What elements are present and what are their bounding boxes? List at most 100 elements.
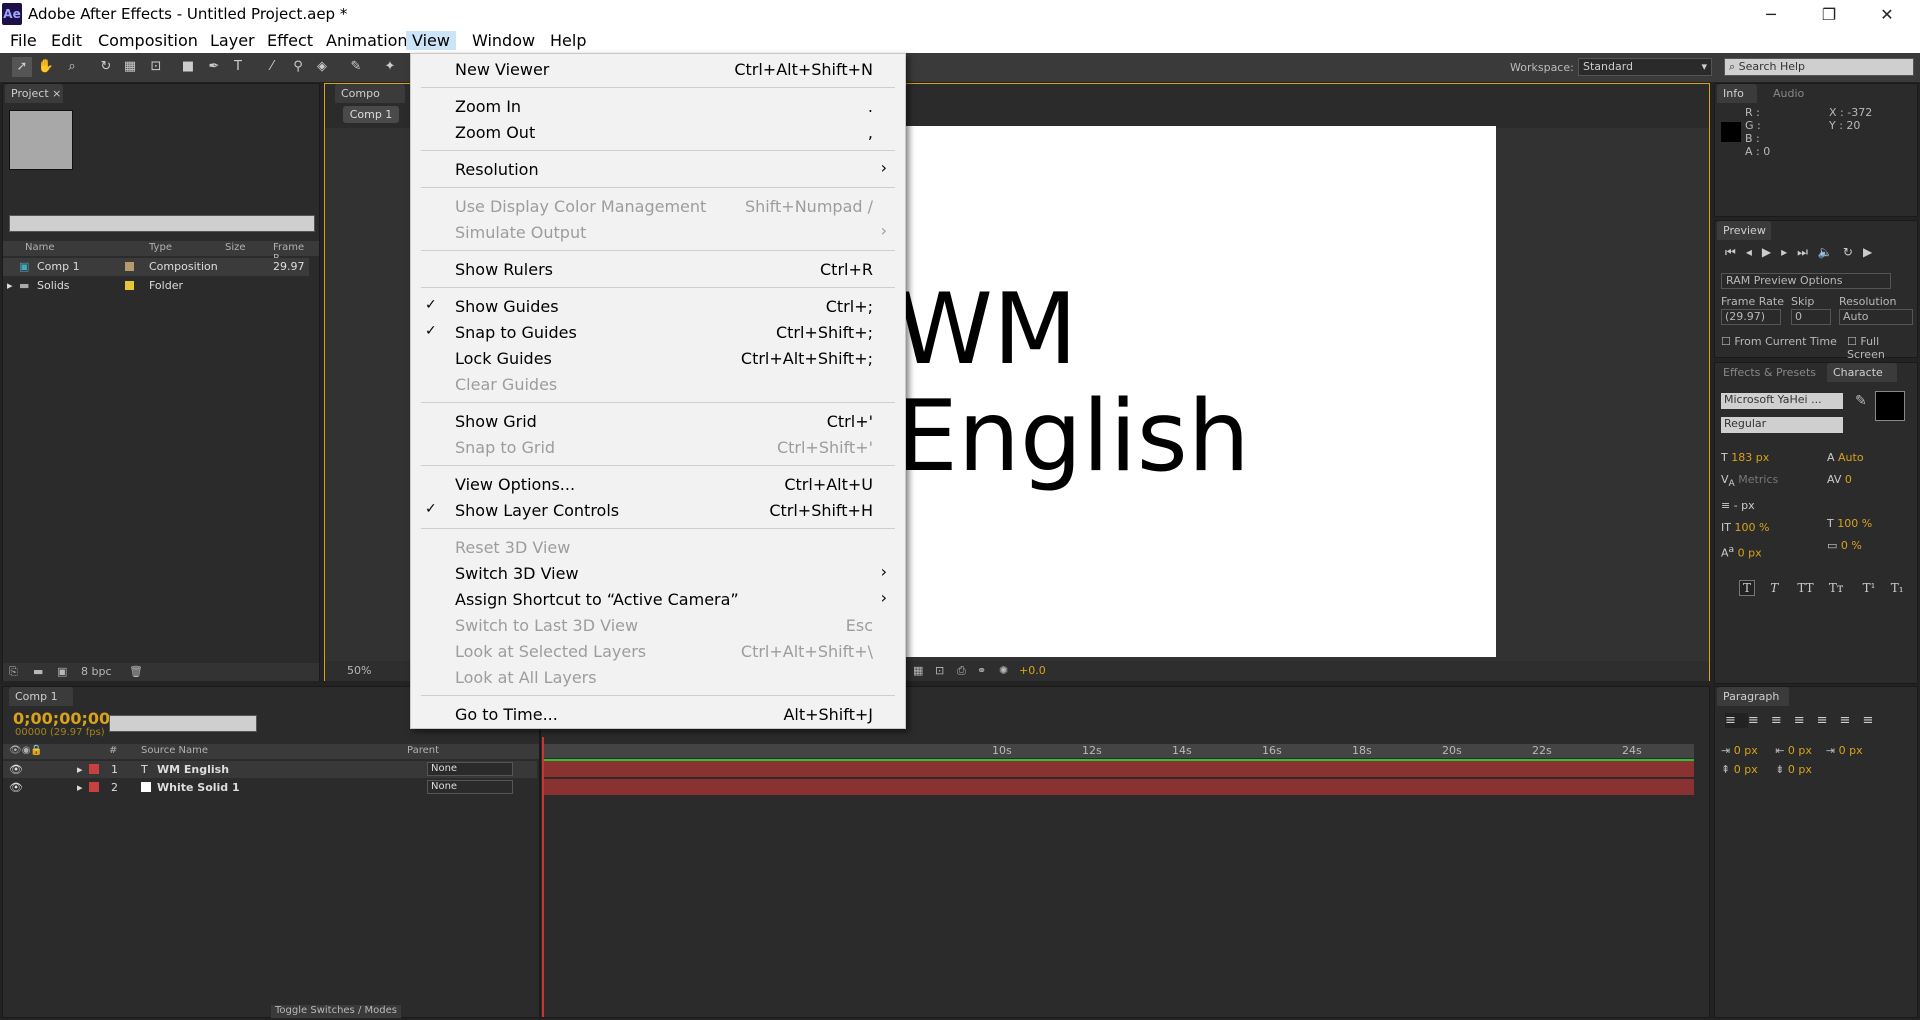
ram-preview-options-dropdown[interactable]: RAM Preview Options xyxy=(1721,273,1891,289)
menu-item-assign-shortcut-active-camera[interactable]: Assign Shortcut to “Active Camera” › xyxy=(411,587,905,613)
project-search-input[interactable] xyxy=(9,215,315,232)
expand-arrow-icon[interactable]: ▸ xyxy=(7,279,13,292)
layer-duration-bar[interactable] xyxy=(544,761,1694,777)
previous-frame-icon[interactable]: ◂ xyxy=(1746,245,1762,259)
brush-tool-icon[interactable]: ⁄ xyxy=(262,57,282,77)
time-ruler[interactable]: 10s 12s 14s 16s 18s 20s 22s 24s xyxy=(544,744,1694,758)
audio-tab[interactable]: Audio xyxy=(1767,84,1811,103)
column-source-name[interactable]: Source Name xyxy=(141,745,208,756)
indent-left-value[interactable]: 0 px xyxy=(1734,744,1758,757)
space-before-value[interactable]: 0 px xyxy=(1734,763,1758,776)
effects-presets-tab[interactable]: Effects & Presets xyxy=(1717,363,1823,382)
indent-right-value[interactable]: 0 px xyxy=(1788,744,1812,757)
menu-item-view-options[interactable]: View Options... Ctrl+Alt+U xyxy=(411,472,905,498)
justify-all-icon[interactable]: ≡ xyxy=(1862,713,1885,728)
pan-behind-tool-icon[interactable]: ⊡ xyxy=(146,57,166,77)
search-help-field[interactable]: ⌕ Search Help xyxy=(1724,58,1914,76)
menu-item-resolution[interactable]: Resolution › xyxy=(411,157,905,183)
interpret-footage-icon[interactable]: ⎘ xyxy=(9,665,18,679)
selection-tool-icon[interactable]: ➚ xyxy=(12,57,32,77)
composition-canvas[interactable]: WM English xyxy=(896,126,1496,657)
zoom-tool-icon[interactable]: ⌕ xyxy=(62,57,82,77)
frame-rate-dropdown[interactable]: (29.97) xyxy=(1721,309,1781,325)
small-caps-button[interactable]: Tт xyxy=(1829,581,1844,595)
exposure-value[interactable]: +0.0 xyxy=(1019,664,1046,677)
table-row[interactable]: 👁 ▸ 1 T WM English None xyxy=(3,761,537,778)
align-right-icon[interactable]: ≡ xyxy=(1771,713,1794,728)
project-tab[interactable]: Project × xyxy=(5,84,63,103)
menu-edit[interactable]: Edit xyxy=(51,31,82,50)
font-style-dropdown[interactable]: Regular xyxy=(1721,417,1843,433)
magnification-dropdown[interactable]: 50% xyxy=(347,664,371,677)
exposure-icon[interactable]: ✺ xyxy=(999,664,1008,677)
timeline-search-input[interactable] xyxy=(109,715,257,732)
menu-item-new-viewer[interactable]: New Viewer Ctrl+Alt+Shift+N xyxy=(411,57,905,83)
column-size[interactable]: Size xyxy=(225,242,246,253)
current-time-display[interactable]: 0;00;00;00 xyxy=(13,709,110,728)
menu-animation[interactable]: Animation xyxy=(326,31,408,50)
tracking-value[interactable]: 0 xyxy=(1845,473,1852,486)
label-color-swatch[interactable] xyxy=(89,764,99,774)
menu-item-zoom-out[interactable]: Zoom Out, xyxy=(411,120,905,146)
loop-icon[interactable]: ↻ xyxy=(1843,245,1863,259)
close-button[interactable]: ✕ xyxy=(1864,0,1910,29)
eraser-tool-icon[interactable]: ◈ xyxy=(312,57,332,77)
column-parent[interactable]: Parent xyxy=(407,745,439,756)
kerning-value[interactable]: Metrics xyxy=(1738,473,1778,486)
bpc-button[interactable]: 8 bpc xyxy=(81,665,112,678)
horizontal-scale-value[interactable]: 100 % xyxy=(1837,517,1872,530)
menu-window[interactable]: Window xyxy=(472,31,535,50)
canvas-text-line-1[interactable]: WM xyxy=(896,281,1077,379)
list-item[interactable]: ▣ Comp 1 Composition 29.97 xyxy=(3,258,309,276)
space-after-value[interactable]: 0 px xyxy=(1788,763,1812,776)
trash-icon[interactable]: 🗑 xyxy=(129,665,143,678)
camera-tool-icon[interactable]: ▦ xyxy=(120,57,140,77)
menu-item-go-to-time[interactable]: Go to Time... Alt+Shift+J xyxy=(411,702,905,728)
menu-layer[interactable]: Layer xyxy=(210,31,255,50)
pen-tool-icon[interactable]: ✒ xyxy=(204,57,224,77)
baseline-shift-value[interactable]: 0 px xyxy=(1738,547,1762,560)
menu-item-lock-guides[interactable]: Lock Guides Ctrl+Alt+Shift+; xyxy=(411,346,905,372)
skip-dropdown[interactable]: 0 xyxy=(1791,309,1831,325)
faux-italic-button[interactable]: T xyxy=(1770,581,1778,595)
roto-brush-tool-icon[interactable]: ✎ xyxy=(346,57,366,77)
menu-item-show-rulers[interactable]: Show Rulers Ctrl+R xyxy=(411,257,905,283)
menu-view[interactable]: View xyxy=(406,31,456,50)
stroke-width-value[interactable]: - px xyxy=(1734,499,1755,512)
superscript-button[interactable]: T¹ xyxy=(1863,581,1876,595)
comp-1-flowchart-tab[interactable]: Comp 1 xyxy=(343,106,399,123)
character-tab[interactable]: Characte xyxy=(1827,363,1897,382)
align-left-icon[interactable]: ≡ xyxy=(1725,713,1748,728)
audio-icon[interactable]: 🔈 xyxy=(1818,245,1843,259)
video-visibility-icon[interactable]: 👁 xyxy=(9,781,23,794)
next-frame-icon[interactable]: ▸ xyxy=(1781,245,1797,259)
subscript-button[interactable]: T₁ xyxy=(1891,581,1904,595)
full-screen-checkbox[interactable]: ☐ Full Screen xyxy=(1847,335,1917,361)
new-composition-icon[interactable]: ▣ xyxy=(57,665,67,678)
toggle-transparency-grid-icon[interactable]: ▦ xyxy=(913,664,923,677)
vertical-scale-value[interactable]: 100 % xyxy=(1734,521,1769,534)
hand-tool-icon[interactable]: ✋ xyxy=(36,57,56,77)
timeline-comp-tab[interactable]: Comp 1 xyxy=(9,687,73,706)
rectangle-tool-icon[interactable]: ■ xyxy=(178,57,198,77)
from-current-time-checkbox[interactable]: ☐ From Current Time xyxy=(1721,335,1837,348)
table-row[interactable]: 👁 ▸ 2 White Solid 1 None xyxy=(3,779,537,796)
flowchart-icon[interactable]: ⚭ xyxy=(977,664,986,677)
expand-arrow-icon[interactable]: ▸ xyxy=(77,781,83,794)
label-color-swatch[interactable] xyxy=(89,782,99,792)
resolution-dropdown[interactable]: Auto xyxy=(1839,309,1913,325)
tsume-value[interactable]: 0 % xyxy=(1841,539,1862,552)
minimize-button[interactable]: ─ xyxy=(1748,0,1794,29)
menu-item-switch-3d-view[interactable]: Switch 3D View › xyxy=(411,561,905,587)
menu-item-zoom-in[interactable]: Zoom In. xyxy=(411,94,905,120)
parent-dropdown[interactable]: None xyxy=(427,780,513,794)
parent-dropdown[interactable]: None xyxy=(427,762,513,776)
menu-item-show-grid[interactable]: Show Grid Ctrl+' xyxy=(411,409,905,435)
composition-tab[interactable]: Compo xyxy=(335,84,405,103)
layer-name[interactable]: White Solid 1 xyxy=(157,781,240,794)
expand-arrow-icon[interactable]: ▸ xyxy=(77,763,83,776)
all-caps-button[interactable]: TT xyxy=(1797,581,1813,595)
workspace-dropdown[interactable]: Standard ▾ xyxy=(1578,58,1712,76)
type-tool-icon[interactable]: T xyxy=(228,57,248,77)
toggle-switches-modes-button[interactable]: Toggle Switches / Modes xyxy=(271,1005,401,1018)
